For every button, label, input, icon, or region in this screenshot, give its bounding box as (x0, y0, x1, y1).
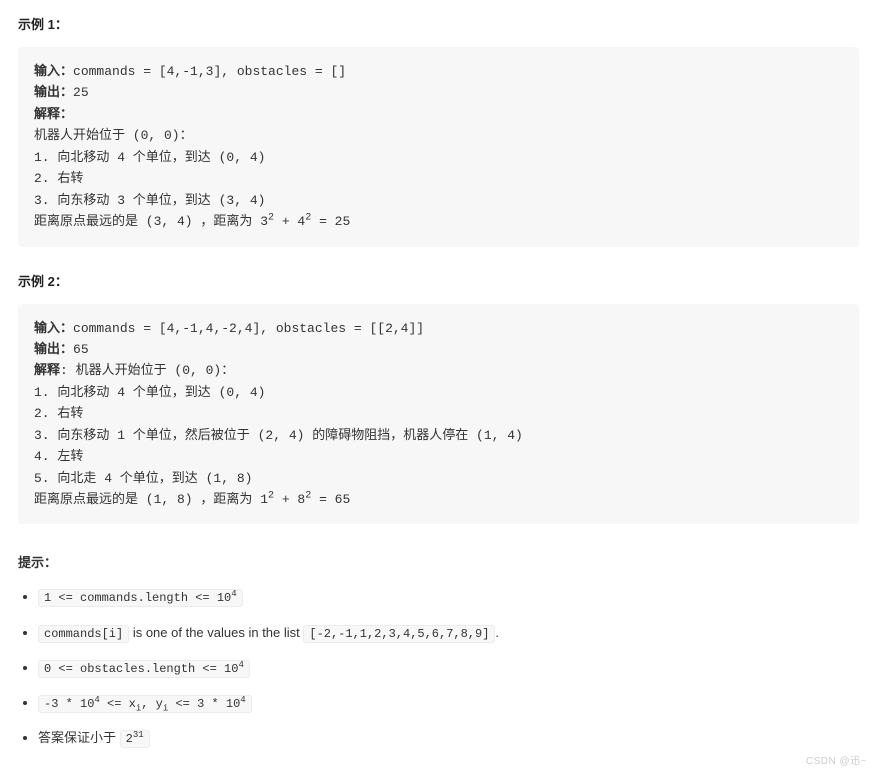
e1-input-label: 输入： (34, 64, 73, 79)
e2-explain-rest: : 机器人开始位于 (0, 0)： (60, 363, 234, 378)
example2-title: 示例 2： (18, 271, 859, 290)
e2-output-value: 65 (73, 342, 89, 357)
hint-1: 1 <= commands.length <= 104 (38, 587, 859, 608)
example1-title: 示例 1： (18, 14, 859, 33)
e2-line1: 1. 向北移动 4 个单位，到达 (0, 4) (34, 382, 843, 403)
hint-5: 答案保证小于 231 (38, 728, 859, 749)
e1-input-value: commands = [4,-1,3], obstacles = [] (73, 64, 346, 79)
hint-3: 0 <= obstacles.length <= 104 (38, 658, 859, 679)
e1-line1: 1. 向北移动 4 个单位，到达 (0, 4) (34, 147, 843, 168)
e2-output-label: 输出： (34, 342, 73, 357)
e1-output-label: 输出： (34, 85, 73, 100)
example1-block: 输入：commands = [4,-1,3], obstacles = [] 输… (18, 47, 859, 247)
e2-explain-label: 解释 (34, 363, 60, 378)
e2-input-label: 输入： (34, 321, 73, 336)
e2-line3: 3. 向东移动 1 个单位，然后被位于 (2, 4) 的障碍物阻挡，机器人停在 … (34, 425, 843, 446)
hints-list: 1 <= commands.length <= 104 commands[i] … (18, 587, 859, 749)
e1-output-value: 25 (73, 85, 89, 100)
hint-4: -3 * 104 <= xi, yi <= 3 * 104 (38, 693, 859, 714)
e1-line3: 3. 向东移动 3 个单位，到达 (3, 4) (34, 190, 843, 211)
e1-explain-label: 解释： (34, 107, 73, 122)
e1-distance: 距离原点最远的是 (3, 4) ，距离为 32 + 42 = 25 (34, 211, 843, 232)
e2-input-value: commands = [4,-1,4,-2,4], obstacles = [[… (73, 321, 424, 336)
example2-block: 输入：commands = [4,-1,4,-2,4], obstacles =… (18, 304, 859, 525)
e2-line5: 5. 向北走 4 个单位，到达 (1, 8) (34, 468, 843, 489)
e2-line4: 4. 左转 (34, 446, 843, 467)
e2-distance: 距离原点最远的是 (1, 8) ，距离为 12 + 82 = 65 (34, 489, 843, 510)
e1-line0: 机器人开始位于 (0, 0)： (34, 125, 843, 146)
e1-line2: 2. 右转 (34, 168, 843, 189)
hints-title: 提示： (18, 552, 859, 571)
hint-2: commands[i] is one of the values in the … (38, 623, 859, 644)
e2-line2: 2. 右转 (34, 403, 843, 424)
